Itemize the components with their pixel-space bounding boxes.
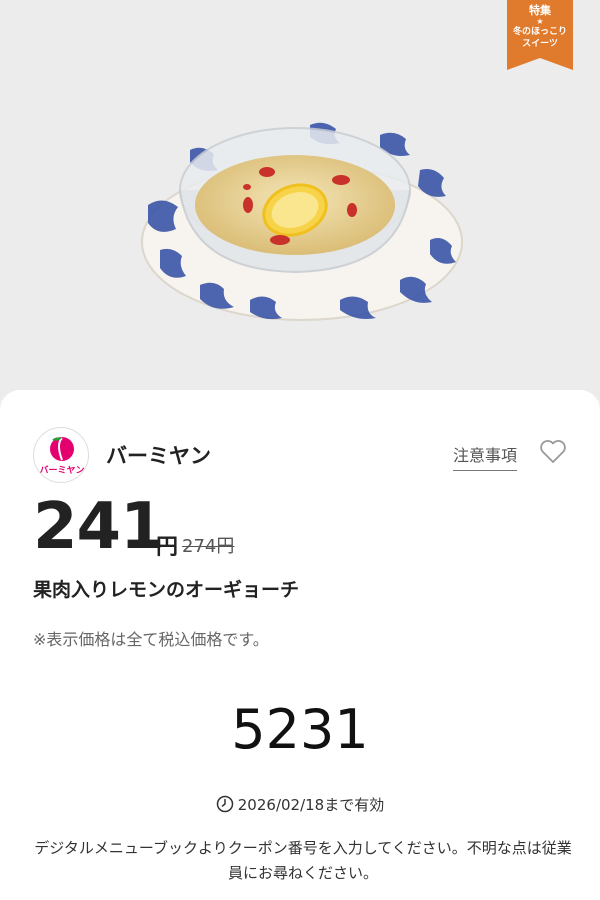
heart-icon[interactable] <box>538 436 568 466</box>
store-name: バーミヤン <box>106 444 211 468</box>
original-price: 274円 <box>182 536 235 557</box>
product-name: 果肉入りレモンのオーギョーチ <box>33 579 300 601</box>
clock-icon <box>216 795 234 813</box>
tax-note: ※表示価格は全て税込価格です。 <box>33 630 269 649</box>
validity-text: 2026/02/18まで有効 <box>237 796 385 814</box>
coupon-code: 5231 <box>231 698 369 761</box>
logo-text: バーミヤン <box>39 465 84 476</box>
ribbon-label: 特集 <box>529 4 551 17</box>
ribbon-star-icon: ★ <box>536 17 544 26</box>
peach-logo-icon: バーミヤン <box>39 437 85 476</box>
feature-ribbon[interactable]: 特集 ★ 冬のほっこり スイーツ <box>507 0 573 70</box>
coupon-card: バーミヤン バーミヤン 注意事項 241 円 274円 果肉入りレモンのオーギョ… <box>0 390 600 900</box>
hero-image: 特集 ★ 冬のほっこり スイーツ <box>0 0 600 400</box>
price-unit: 円 <box>156 535 179 560</box>
price-value: 241 <box>33 490 165 564</box>
validity: 2026/02/18まで有効 <box>0 794 600 815</box>
notes-link[interactable]: 注意事項 <box>453 442 518 471</box>
ribbon-line-1: 冬のほっこり <box>512 27 567 37</box>
instructions-text: デジタルメニューブックよりクーポン番号を入力してください。不明な点は従業員にお尋… <box>34 839 572 882</box>
store-logo: バーミヤン <box>33 427 89 483</box>
ribbon-line-2: スイーツ <box>522 39 558 49</box>
